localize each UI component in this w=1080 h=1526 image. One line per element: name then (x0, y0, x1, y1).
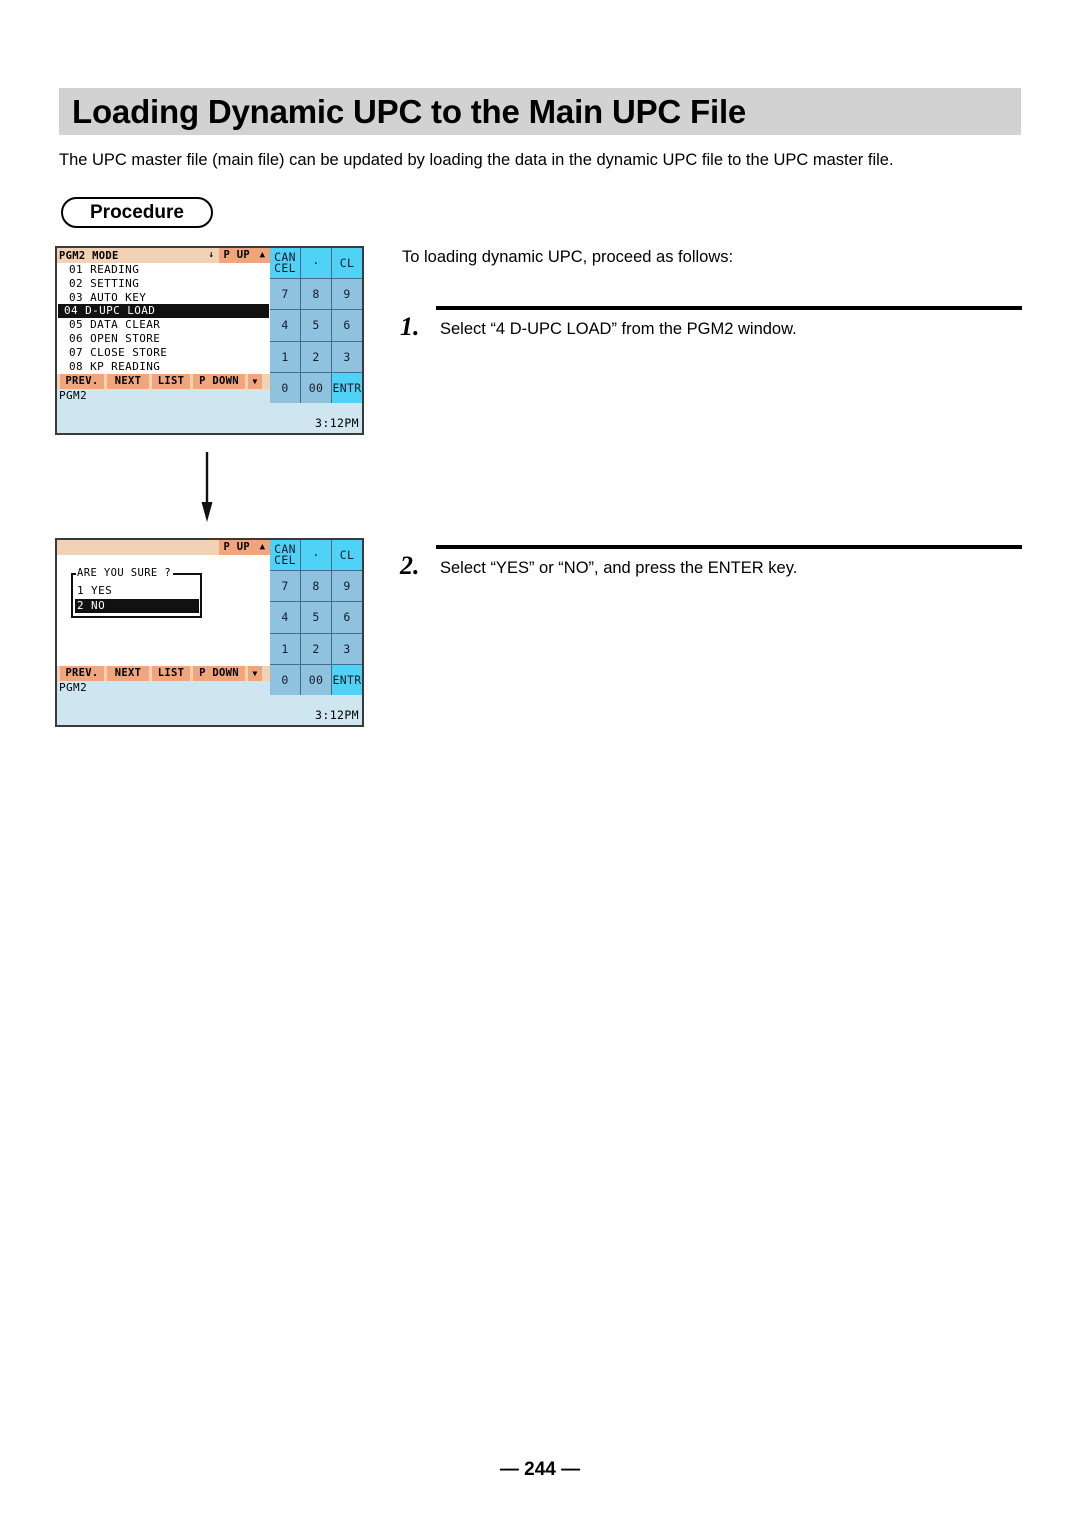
lcd2-key-dot[interactable]: · (301, 540, 331, 571)
lcd1-key-3[interactable]: 3 (332, 341, 362, 372)
lcd2-status-time: 3:12PM (315, 708, 359, 722)
list-item[interactable]: 07 CLOSE STORE (57, 346, 270, 360)
list-item[interactable]: 01 READING (57, 263, 270, 277)
lcd1-key-4[interactable]: 4 (270, 310, 300, 341)
procedure-section-label: Procedure (61, 197, 213, 228)
step-1-divider (436, 306, 1022, 310)
lcd2-key-6[interactable]: 6 (332, 602, 362, 633)
lcd1-mode-title: PGM2 MODE (59, 249, 119, 262)
flow-arrow-down-icon (201, 452, 213, 522)
lcd1-key-6[interactable]: 6 (332, 310, 362, 341)
lcd2-key-2[interactable]: 2 (301, 633, 331, 664)
lcd1-next-button[interactable]: NEXT (107, 374, 149, 389)
page-title: Loading Dynamic UPC to the Main UPC File (72, 92, 747, 130)
lcd2-page-down-button[interactable]: P DOWN (193, 666, 245, 681)
down-triangle-icon[interactable]: ▼ (248, 374, 262, 389)
up-triangle-icon[interactable]: ▲ (255, 248, 270, 263)
lcd1-status-time: 3:12PM (315, 416, 359, 430)
lcd2-key-3[interactable]: 3 (332, 633, 362, 664)
down-arrow-icon: ↓ (208, 250, 215, 260)
lcd1-prev-button[interactable]: PREV. (60, 374, 104, 389)
lcd1-menu-list: 01 READING 02 SETTING 03 AUTO KEY 04 D-U… (57, 263, 270, 374)
lcd1-page-up-button[interactable]: P UP (218, 248, 255, 263)
lcd1-key-5[interactable]: 5 (301, 310, 331, 341)
step-2-number: 2. (400, 551, 420, 580)
down-triangle-icon[interactable]: ▼ (248, 666, 262, 681)
lcd1-display-area: PGM2 MODE ↓ P UP ▲ 01 READING 02 SETTING… (57, 248, 270, 403)
list-item[interactable]: 08 KP READING (57, 360, 270, 374)
lcd1-key-dot[interactable]: · (301, 248, 331, 279)
lcd1-list-button[interactable]: LIST (152, 374, 190, 389)
list-item[interactable]: 02 SETTING (57, 277, 270, 291)
lcd1-key-enter[interactable]: ENTR (332, 372, 362, 403)
lcd2-toolbar: P UP ▲ (57, 540, 270, 555)
lcd1-key-cancel[interactable]: CAN CEL (270, 248, 300, 279)
lcd1-softkey-bar: PREV. NEXT LIST P DOWN ▼ (57, 374, 270, 389)
lcd2-keypad: CAN CEL · CL 7 8 9 4 5 6 1 2 3 0 00 ENTR (270, 540, 362, 695)
lcd2-key-5[interactable]: 5 (301, 602, 331, 633)
lcd-screenshot-pgm2-menu: PGM2 MODE ↓ P UP ▲ 01 READING 02 SETTING… (55, 246, 364, 435)
lcd2-status-mode: PGM2 (59, 681, 88, 694)
lcd2-prev-button[interactable]: PREV. (60, 666, 104, 681)
lcd2-key-4[interactable]: 4 (270, 602, 300, 633)
lcd2-key-1[interactable]: 1 (270, 633, 300, 664)
step-1-number: 1. (400, 312, 420, 341)
up-triangle-icon[interactable]: ▲ (255, 540, 270, 555)
lcd2-key-8[interactable]: 8 (301, 571, 331, 602)
lcd1-key-00[interactable]: 00 (301, 372, 331, 403)
page-title-banner: Loading Dynamic UPC to the Main UPC File (59, 88, 1021, 135)
lcd2-key-enter[interactable]: ENTR (332, 664, 362, 695)
step-2-divider (436, 545, 1022, 549)
lcd2-dialog-option-yes[interactable]: 1 YES (77, 584, 112, 598)
lcd2-key-00[interactable]: 00 (301, 664, 331, 695)
list-item[interactable]: 03 AUTO KEY (57, 291, 270, 305)
lcd1-key-8[interactable]: 8 (301, 279, 331, 310)
lcd2-list-button[interactable]: LIST (152, 666, 190, 681)
lcd2-softkey-bar: PREV. NEXT LIST P DOWN ▼ (57, 666, 270, 681)
lcd1-key-1[interactable]: 1 (270, 341, 300, 372)
lcd1-key-cancel-line2: CEL (274, 261, 296, 276)
lcd2-key-clear[interactable]: CL (332, 540, 362, 571)
lcd2-confirm-dialog: ARE YOU SURE ? 1 YES 2 NO (71, 567, 202, 618)
intro-paragraph: The UPC master file (main file) can be u… (59, 151, 894, 169)
step-2-text: Select “YES” or “NO”, and press the ENTE… (440, 559, 798, 577)
page-number-footer: — 244 — (499, 1459, 581, 1480)
lcd2-next-button[interactable]: NEXT (107, 666, 149, 681)
list-item[interactable]: 05 DATA CLEAR (57, 318, 270, 332)
lcd1-key-9[interactable]: 9 (332, 279, 362, 310)
lcd1-key-2[interactable]: 2 (301, 341, 331, 372)
lcd2-key-7[interactable]: 7 (270, 571, 300, 602)
lcd1-toolbar: PGM2 MODE ↓ P UP ▲ (57, 248, 270, 263)
lcd1-key-0[interactable]: 0 (270, 372, 300, 403)
lcd1-page-down-button[interactable]: P DOWN (193, 374, 245, 389)
procedure-label-text: Procedure (90, 201, 184, 223)
lcd2-dialog-title: ARE YOU SURE ? (76, 567, 174, 579)
lcd2-key-cancel[interactable]: CAN CEL (270, 540, 300, 571)
lcd1-keypad: CAN CEL · CL 7 8 9 4 5 6 1 2 3 0 00 ENTR (270, 248, 362, 403)
lcd2-key-9[interactable]: 9 (332, 571, 362, 602)
list-item-selected[interactable]: 04 D-UPC LOAD (58, 304, 269, 319)
step-1-text: Select “4 D-UPC LOAD” from the PGM2 wind… (440, 320, 797, 338)
lcd1-status-mode: PGM2 (59, 389, 88, 402)
lcd1-key-clear[interactable]: CL (332, 248, 362, 279)
lcd2-display-area: P UP ▲ ARE YOU SURE ? 1 YES 2 NO PREV. N… (57, 540, 270, 695)
lcd2-key-cancel-line2: CEL (274, 553, 296, 568)
lead-instruction-text: To loading dynamic UPC, proceed as follo… (402, 248, 734, 266)
lcd2-dialog-option-no-selected[interactable]: 2 NO (75, 599, 199, 613)
lcd2-page-up-button[interactable]: P UP (218, 540, 255, 555)
list-item[interactable]: 06 OPEN STORE (57, 332, 270, 346)
lcd-screenshot-confirm-dialog: P UP ▲ ARE YOU SURE ? 1 YES 2 NO PREV. N… (55, 538, 364, 727)
lcd2-key-0[interactable]: 0 (270, 664, 300, 695)
lcd1-key-7[interactable]: 7 (270, 279, 300, 310)
